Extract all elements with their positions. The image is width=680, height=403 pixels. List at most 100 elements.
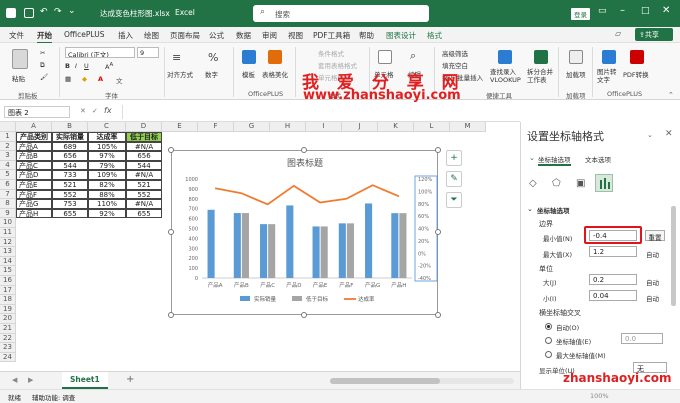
row-header[interactable]: 3 [0,151,16,161]
font-size-select[interactable]: 9 [137,47,159,58]
section-collapse-icon[interactable]: ⌄ [527,205,533,213]
column-header[interactable]: H [270,122,306,132]
minimize-icon[interactable]: – [620,5,625,16]
maximize-icon[interactable]: □ [641,6,650,16]
row-header[interactable]: 21 [0,324,16,334]
tab-page-layout[interactable]: 页面布局 [170,30,200,41]
row-header[interactable]: 20 [0,314,16,324]
tab-file[interactable]: 文件 [9,30,24,41]
max-auto-button[interactable]: 自动 [646,249,659,259]
column-header[interactable]: G [234,122,270,132]
table-cell[interactable]: #N/A [126,141,162,152]
image-to-text-icon[interactable] [602,50,616,64]
row-header[interactable]: 2 [0,141,16,152]
row-header[interactable]: 15 [0,266,16,276]
share-button[interactable]: ⇪共享 [635,28,673,41]
underline-button[interactable]: U [84,62,89,70]
resize-handle[interactable] [168,229,174,235]
ribbon-collapse-icon[interactable]: ⌃ [668,91,674,99]
row-header[interactable]: 22 [0,333,16,344]
tab-axis-options[interactable]: 坐标轴选项 [538,154,571,166]
tab-help[interactable]: 帮助 [359,30,374,41]
filter-button[interactable]: 高级筛选 [442,48,468,58]
scroll-right-icon[interactable]: ▶ [28,376,33,384]
column-header[interactable]: F [198,122,234,132]
column-header[interactable]: C [88,122,126,132]
table-cell[interactable]: 产品H [16,208,52,219]
row-header[interactable]: 19 [0,304,16,315]
resize-handle[interactable] [435,147,441,153]
fx-button[interactable]: fx [104,106,112,115]
effects-icon[interactable]: ⬠ [552,178,561,189]
resize-handle[interactable] [168,147,174,153]
table-cell[interactable]: 105% [88,141,126,152]
split-icon[interactable] [534,50,548,64]
pane-close-icon[interactable]: ✕ [665,129,673,139]
table-cell[interactable]: 79% [88,160,126,171]
tab-chart-design[interactable]: 图表设计 [386,30,416,41]
tab-text-options[interactable]: 文本选项 [585,154,611,164]
table-cell[interactable]: 92% [88,208,126,219]
table-cell[interactable]: #N/A [126,199,162,209]
row-header[interactable]: 11 [0,228,16,238]
format-painter-icon[interactable]: 🖌 [40,73,48,81]
major-input[interactable]: 0.2 [589,274,637,285]
table-cell[interactable]: 656 [126,151,162,161]
row-header[interactable]: 17 [0,285,16,296]
tab-pdf-tools[interactable]: PDF工具箱 [313,30,350,41]
zoom-level[interactable]: 100% [590,392,609,400]
chart-filter-icon[interactable]: ⏷ [446,192,462,208]
resize-handle[interactable] [435,229,441,235]
minor-auto-button[interactable]: 自动 [646,293,659,303]
chart-elements-plus-icon[interactable]: + [446,150,462,166]
add-sheet-button[interactable]: + [126,374,134,385]
row-header[interactable]: 24 [0,352,16,363]
row-header[interactable]: 18 [0,295,16,305]
qat-more-icon[interactable]: ⌄ [68,6,76,16]
table-cell[interactable]: #N/A [126,170,162,180]
close-icon[interactable]: ✕ [662,5,670,16]
max-input[interactable]: 1.2 [589,246,637,257]
row-header[interactable]: 23 [0,343,16,353]
tab-review[interactable]: 审阅 [262,30,277,41]
redo-icon[interactable]: ↷ [54,7,62,17]
column-header[interactable]: M [450,122,486,132]
formula-input[interactable] [122,105,518,119]
cross-auto-radio[interactable] [545,323,552,330]
table-cell[interactable]: 109% [88,170,126,180]
scrollbar-thumb[interactable] [330,378,440,384]
name-box[interactable]: 图表 2 [4,106,70,118]
column-header[interactable]: A [16,122,52,132]
save-icon[interactable] [24,8,34,18]
table-cell[interactable]: 552 [126,189,162,200]
table-cell[interactable]: 88% [88,189,126,200]
row-header[interactable]: 9 [0,208,16,219]
row-header[interactable]: 5 [0,170,16,180]
select-all-corner[interactable] [0,122,16,132]
column-header[interactable]: L [414,122,450,132]
cross-max-radio[interactable] [545,351,552,358]
sheet-tab-sheet1[interactable]: Sheet1 [62,372,108,389]
fill-color-icon[interactable]: ◆ [82,75,87,83]
lookup-icon[interactable] [498,50,512,64]
table-header-cell[interactable]: 达成率 [88,132,126,142]
table-cell[interactable]: 521 [126,180,162,190]
column-header[interactable]: J [342,122,378,132]
tab-view[interactable]: 视图 [288,30,303,41]
reset-button[interactable]: 重置 [645,230,665,242]
size-properties-icon[interactable]: ▣ [576,178,585,189]
axis-options-icon[interactable] [595,174,613,192]
table-cell[interactable]: 产品B [16,151,52,161]
column-header[interactable]: I [306,122,342,132]
horizontal-scrollbar[interactable] [330,378,514,384]
undo-icon[interactable]: ↶ [40,7,48,17]
font-name-select[interactable]: Calibri (正文) [65,47,135,58]
tab-data[interactable]: 数据 [236,30,251,41]
resize-handle[interactable] [168,312,174,318]
row-header[interactable]: 10 [0,218,16,228]
chart-area[interactable]: 图表标题 1000 900 800 700 600 500 400 300 200 100 0 120%… [171,150,438,315]
row-header[interactable]: 4 [0,160,16,171]
table-cell[interactable]: 656 [52,151,88,161]
row-header[interactable]: 6 [0,180,16,190]
resize-handle[interactable] [435,312,441,318]
